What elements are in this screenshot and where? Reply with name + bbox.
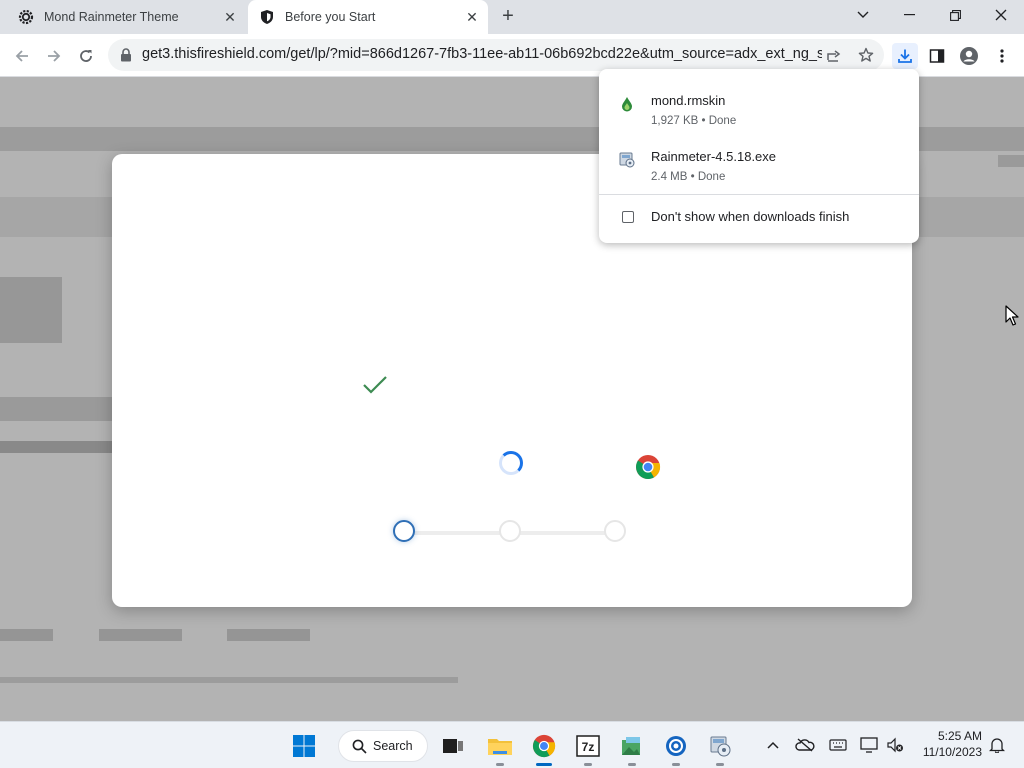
progress-step-1: [393, 520, 415, 542]
keyboard-icon[interactable]: [827, 734, 849, 756]
photo-app-icon[interactable]: [616, 730, 648, 766]
divider: [599, 194, 919, 195]
windows-taskbar: Search 7z 5:25 AM 11/10/2023: [0, 721, 1024, 768]
progress-step-2: [499, 520, 521, 542]
close-icon[interactable]: ✕: [464, 9, 480, 25]
network-monitor-icon[interactable]: [858, 734, 880, 756]
dont-show-label[interactable]: Don't show when downloads finish: [651, 209, 849, 224]
shield-icon: [259, 9, 275, 25]
file-explorer-icon[interactable]: [484, 730, 516, 766]
onedrive-offline-icon[interactable]: [794, 734, 816, 756]
running-indicator: [584, 763, 592, 766]
gear-icon: [18, 9, 34, 25]
reload-button[interactable]: [72, 42, 100, 70]
chrome-logo-icon: [635, 454, 661, 483]
forward-button[interactable]: [40, 42, 68, 70]
progress-connector: [405, 531, 510, 535]
minimize-button[interactable]: [886, 0, 932, 30]
running-indicator: [628, 763, 636, 766]
svg-text:7z: 7z: [582, 740, 595, 754]
tab-search-icon[interactable]: [840, 0, 886, 30]
bookmark-star-icon[interactable]: [856, 45, 876, 65]
running-indicator: [716, 763, 724, 766]
tab-title: Before you Start: [285, 10, 376, 24]
mouse-cursor-icon: [1005, 305, 1019, 330]
back-button[interactable]: [8, 42, 36, 70]
taskbar-search[interactable]: Search: [338, 730, 428, 762]
dont-show-checkbox[interactable]: [622, 211, 634, 223]
tab-before-you-start[interactable]: Before you Start ✕: [248, 0, 488, 34]
close-icon[interactable]: ✕: [222, 9, 238, 25]
address-bar[interactable]: get3.thisfireshield.com/get/lp/?mid=866d…: [108, 39, 884, 71]
downloads-button[interactable]: [892, 43, 918, 69]
start-button[interactable]: [288, 730, 320, 762]
share-icon[interactable]: [824, 45, 844, 65]
download-item[interactable]: Rainmeter-4.5.18.exe 2.4 MB • Done: [599, 143, 919, 193]
search-label: Search: [373, 739, 413, 753]
chrome-taskbar-icon[interactable]: [528, 730, 560, 766]
lock-icon[interactable]: [120, 48, 132, 62]
url-text: get3.thisfireshield.com/get/lp/?mid=866d…: [142, 46, 822, 62]
download-filename: mond.rmskin: [651, 93, 726, 108]
loading-spinner: [499, 451, 523, 475]
notification-bell-icon[interactable]: [986, 734, 1008, 756]
running-indicator: [496, 763, 504, 766]
volume-muted-icon[interactable]: [884, 734, 906, 756]
progress-step-3: [604, 520, 626, 542]
tab-mond-rainmeter-theme[interactable]: Mond Rainmeter Theme ✕: [18, 0, 246, 34]
download-filename: Rainmeter-4.5.18.exe: [651, 149, 777, 164]
search-icon: [352, 739, 367, 757]
tab-title: Mond Rainmeter Theme: [44, 10, 179, 24]
installer-icon: [618, 151, 636, 169]
side-panel-icon[interactable]: [924, 43, 950, 69]
clock-date: 11/10/2023: [922, 745, 982, 759]
settings-app-icon[interactable]: [660, 730, 692, 766]
system-clock[interactable]: 5:25 AM 11/10/2023: [912, 728, 982, 760]
download-meta: 2.4 MB • Done: [651, 171, 726, 183]
download-meta: 1,927 KB • Done: [651, 115, 737, 127]
restore-button[interactable]: [932, 0, 978, 30]
download-item[interactable]: mond.rmskin 1,927 KB • Done: [599, 87, 919, 137]
kebab-menu-icon[interactable]: [989, 43, 1015, 69]
progress-connector: [510, 531, 615, 535]
active-indicator: [536, 763, 552, 766]
new-tab-button[interactable]: +: [498, 6, 518, 27]
task-view-icon[interactable]: [437, 730, 469, 762]
installer-taskbar-icon[interactable]: [704, 730, 736, 766]
clock-time: 5:25 AM: [937, 729, 982, 743]
rainmeter-drop-icon: [618, 95, 636, 113]
running-indicator: [672, 763, 680, 766]
chevron-up-icon[interactable]: [762, 734, 784, 756]
close-window-button[interactable]: [978, 0, 1024, 30]
downloads-bubble: mond.rmskin 1,927 KB • Done Rainmeter-4.…: [599, 69, 919, 243]
profile-avatar[interactable]: [956, 43, 982, 69]
checkmark-icon: [362, 374, 388, 403]
7zip-icon[interactable]: 7z: [572, 730, 604, 766]
tab-strip: Mond Rainmeter Theme ✕ Before you Start …: [0, 0, 1024, 34]
